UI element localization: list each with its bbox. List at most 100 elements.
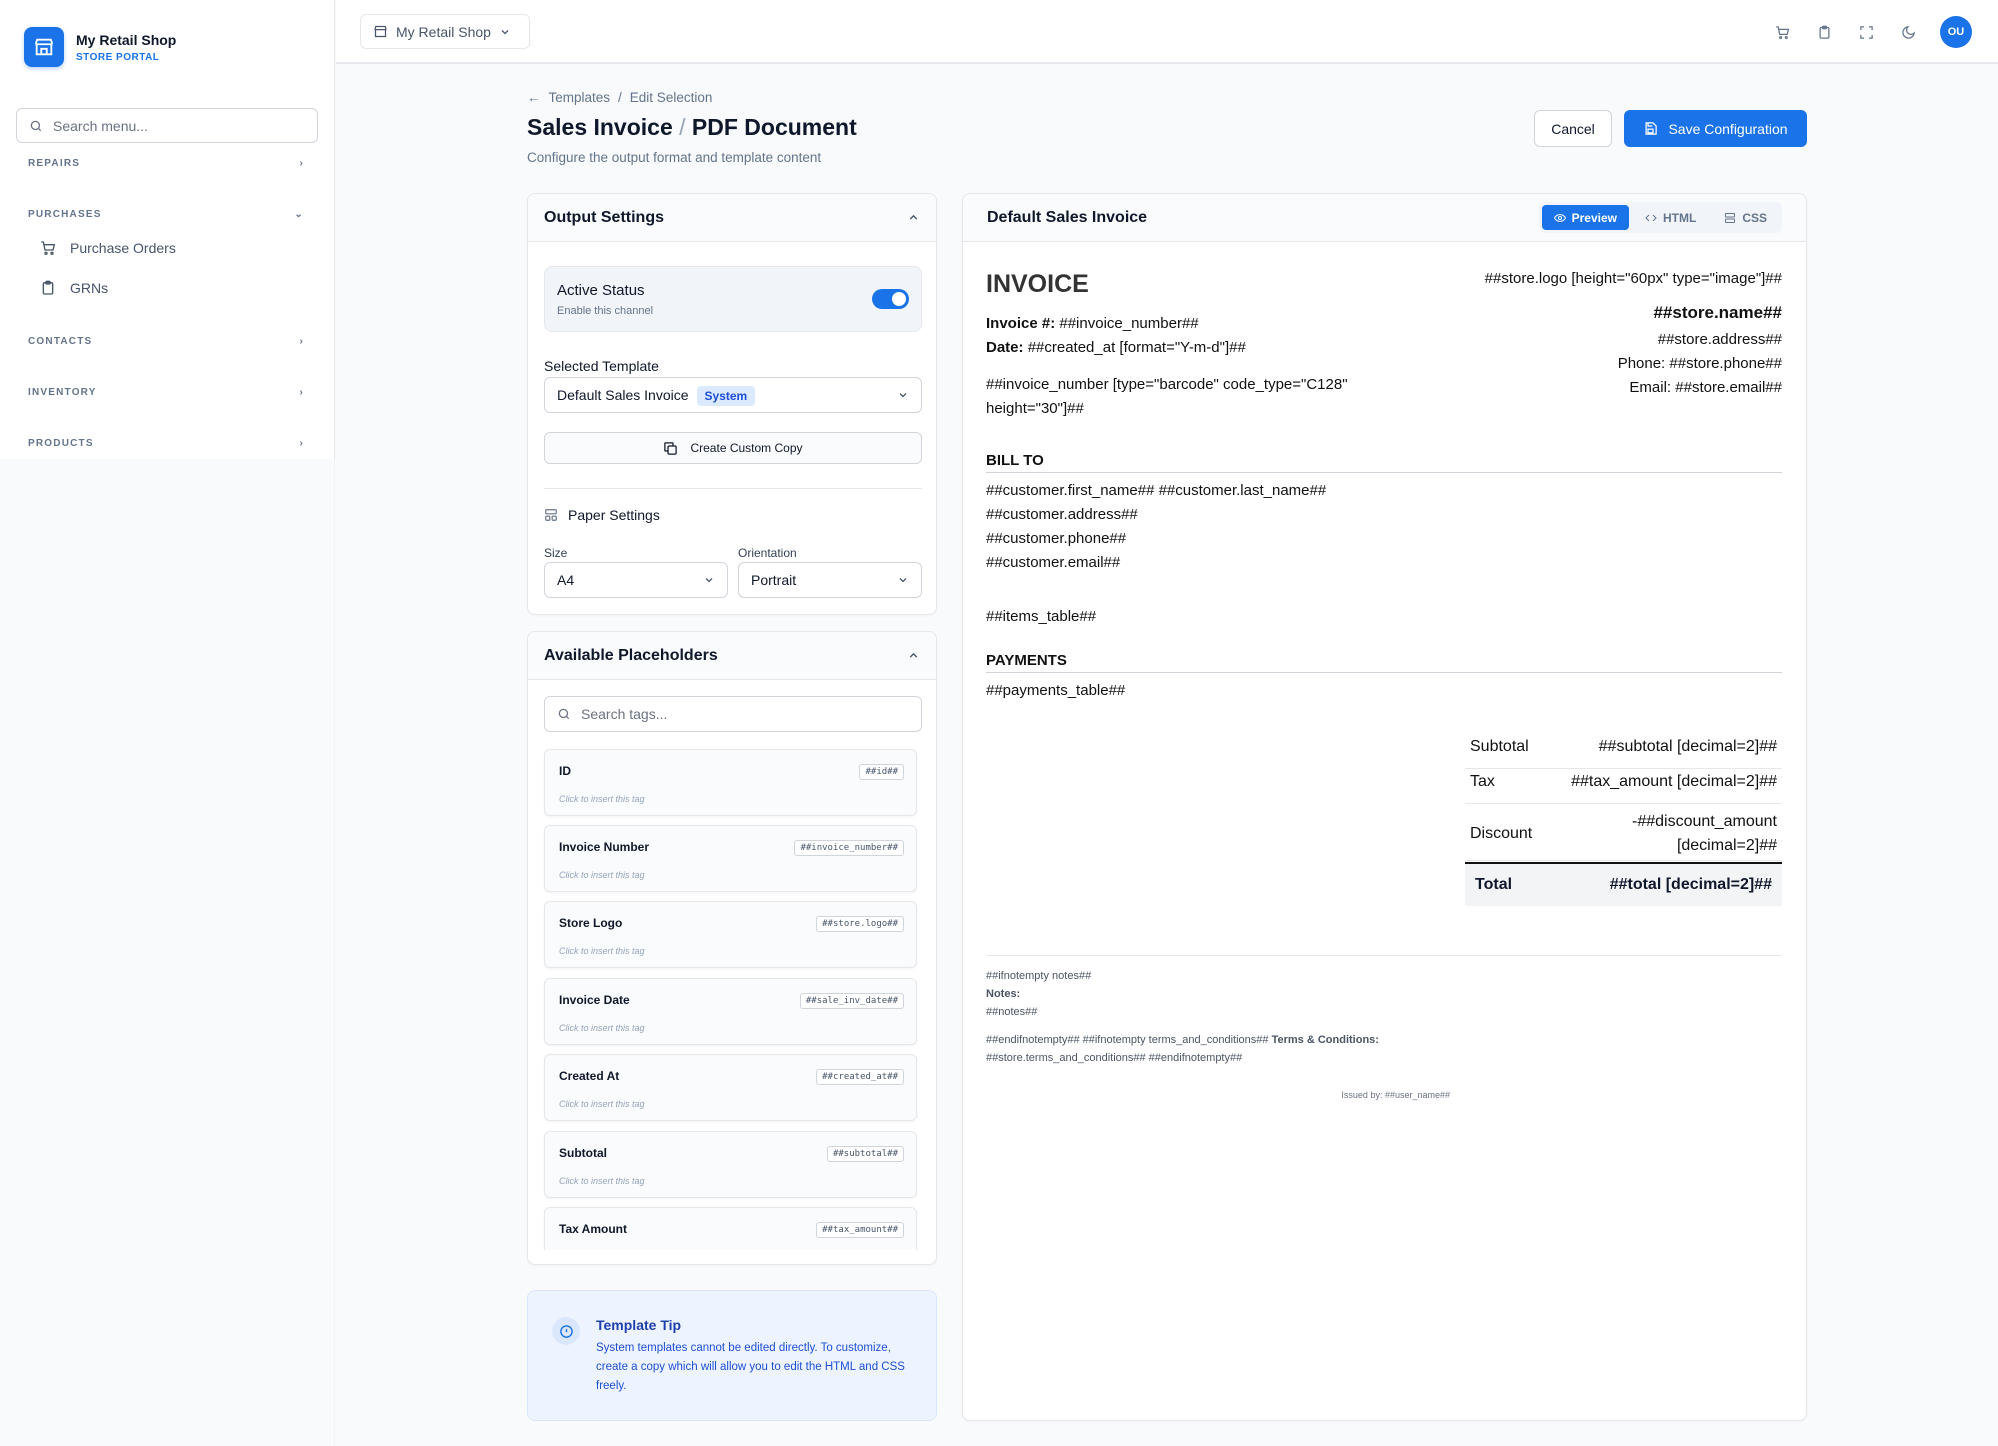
placeholder-name: Subtotal: [559, 1146, 607, 1160]
template-select[interactable]: Default Sales Invoice System: [544, 377, 922, 413]
cart-icon[interactable]: [1772, 22, 1792, 42]
placeholder-item[interactable]: Invoice Number Click to insert this tag …: [544, 825, 917, 892]
template-tip: Template Tip System templates cannot be …: [527, 1290, 937, 1421]
save-button-label: Save Configuration: [1668, 120, 1788, 137]
store-icon: [374, 25, 387, 38]
cart-icon: [41, 241, 56, 255]
sidebar-item-purchase-orders[interactable]: Purchase Orders: [40, 240, 176, 256]
tab-html[interactable]: HTML: [1633, 205, 1708, 230]
discount-value-line2: [decimal=2]##: [1676, 837, 1777, 854]
customer-address: ##customer.address##: [986, 506, 1138, 523]
tab-css[interactable]: CSS: [1712, 205, 1779, 230]
chevron-down-icon: ⌄: [294, 209, 304, 220]
system-badge: System: [696, 386, 756, 406]
placeholder-hint: Click to insert this tag: [559, 870, 645, 880]
sidebar-search-input[interactable]: Search menu...: [16, 108, 318, 143]
store-name: ##store.name##: [1653, 303, 1782, 322]
size-select[interactable]: A4: [544, 562, 728, 598]
layout-icon: [1725, 212, 1736, 223]
total-label: Total: [1475, 876, 1513, 893]
arrow-left-icon[interactable]: ←: [527, 90, 541, 105]
tax-label: Tax: [1470, 773, 1495, 790]
nav-section-products[interactable]: PRODUCTS ›: [28, 438, 304, 449]
preview-title: Default Sales Invoice: [987, 208, 1148, 226]
nav-section-label: REPAIRS: [28, 158, 81, 169]
invoice-number-line: Invoice #: ##invoice_number##: [986, 315, 1199, 332]
breadcrumb: ← Templates / Edit Selection: [527, 90, 712, 105]
placeholder-name: Store Logo: [559, 916, 623, 930]
nav-section-repairs[interactable]: REPAIRS ›: [28, 158, 304, 169]
search-icon: [558, 708, 570, 720]
placeholder-name: Created At: [559, 1069, 620, 1083]
items-table: ##items_table##: [986, 608, 1097, 625]
placeholder-name: ID: [559, 764, 571, 778]
tip-title: Template Tip: [596, 1317, 682, 1333]
layout-icon: [545, 509, 557, 521]
total-value: ##total [decimal=2]##: [1609, 876, 1772, 893]
invoice-date-line: Date: ##created_at [format="Y-m-d"]##: [986, 339, 1246, 356]
placeholder-item[interactable]: Created At Click to insert this tag ##cr…: [544, 1054, 917, 1121]
breadcrumb-current: Edit Selection: [629, 90, 713, 105]
output-settings-card: Output Settings Active Status Enable thi…: [527, 193, 937, 615]
save-configuration-button[interactable]: Save Configuration: [1624, 110, 1807, 147]
customer-email: ##customer.email##: [986, 554, 1121, 571]
totals-subtotal-row: Subtotal ##subtotal [decimal=2]##: [1465, 738, 1782, 769]
nav-section-inventory[interactable]: INVENTORY ›: [28, 387, 304, 398]
tag-search-placeholder: Search tags...: [581, 706, 668, 722]
brand-name: My Retail Shop: [76, 31, 177, 48]
invoice-barcode: ##invoice_number [type="barcode" code_ty…: [986, 376, 1348, 417]
placeholders-card: Available Placeholders Search tags... ID…: [527, 631, 937, 1265]
discount-value: -##discount_amount [decimal=2]##: [1632, 810, 1777, 858]
moon-icon[interactable]: [1898, 22, 1918, 42]
create-custom-copy-button[interactable]: Create Custom Copy: [544, 432, 922, 464]
output-settings-header[interactable]: Output Settings: [528, 194, 936, 242]
notes-label: Notes:: [986, 988, 1021, 1000]
payments-heading: PAYMENTS: [986, 652, 1067, 669]
fullscreen-icon[interactable]: [1856, 22, 1876, 42]
copy-button-label: Create Custom Copy: [690, 441, 803, 455]
placeholder-hint: Click to insert this tag: [559, 946, 645, 956]
brand[interactable]: My Retail Shop STORE PORTAL: [24, 27, 176, 67]
active-status-toggle[interactable]: [872, 289, 909, 309]
placeholder-tag: ##store.logo##: [816, 916, 904, 932]
chevron-up-icon: [909, 652, 918, 658]
placeholder-hint: Click to insert this tag: [559, 1023, 645, 1033]
customer-phone: ##customer.phone##: [986, 530, 1127, 547]
placeholders-header[interactable]: Available Placeholders: [528, 632, 936, 680]
placeholder-item[interactable]: Store Logo Click to insert this tag ##st…: [544, 901, 917, 968]
page-title-sub: PDF Document: [691, 114, 857, 140]
clipboard-icon[interactable]: [1814, 22, 1834, 42]
chevron-down-icon: [501, 29, 509, 34]
tag-search-input[interactable]: Search tags...: [544, 696, 922, 732]
placeholder-item[interactable]: ID Click to insert this tag ##id##: [544, 749, 917, 816]
nav-section-contacts[interactable]: CONTACTS ›: [28, 336, 304, 347]
placeholder-tag: ##sale_inv_date##: [799, 993, 904, 1009]
placeholder-item[interactable]: Invoice Date Click to insert this tag ##…: [544, 978, 917, 1045]
nav-section-purchases[interactable]: PURCHASES ⌄: [28, 209, 304, 220]
chevron-right-icon: ›: [299, 387, 304, 398]
discount-value-line1: -##discount_amount: [1632, 813, 1777, 830]
clipboard-icon: [42, 280, 54, 295]
store-icon: [24, 27, 64, 67]
store-email: Email: ##store.email##: [1629, 379, 1782, 396]
paper-settings-title: Paper Settings: [544, 507, 660, 523]
eye-icon: [1553, 213, 1566, 222]
orientation-select[interactable]: Portrait: [738, 562, 922, 598]
chevron-down-icon: [705, 578, 713, 583]
nav-section-label: PRODUCTS: [28, 438, 94, 449]
terms-value: ##store.terms_and_conditions## ##endifno…: [986, 1052, 1243, 1064]
avatar[interactable]: OU: [1940, 16, 1972, 48]
sidebar-item-grns[interactable]: GRNs: [40, 280, 108, 296]
chevron-right-icon: ›: [299, 336, 304, 347]
placeholder-item[interactable]: Tax Amount Click to insert this tag ##ta…: [544, 1207, 917, 1250]
tab-preview[interactable]: Preview: [1541, 205, 1629, 230]
store-phone: Phone: ##store.phone##: [1617, 355, 1782, 372]
breadcrumb-templates[interactable]: Templates: [549, 90, 611, 105]
shop-select[interactable]: My Retail Shop: [360, 14, 530, 49]
sidebar-search-placeholder: Search menu...: [53, 117, 148, 134]
card-title: Available Placeholders: [544, 646, 718, 664]
cancel-button[interactable]: Cancel: [1534, 110, 1612, 147]
page-title-main: Sales Invoice: [527, 114, 673, 140]
tip-body: System templates cannot be edited direct…: [596, 1342, 905, 1392]
placeholder-item[interactable]: Subtotal Click to insert this tag ##subt…: [544, 1131, 917, 1198]
